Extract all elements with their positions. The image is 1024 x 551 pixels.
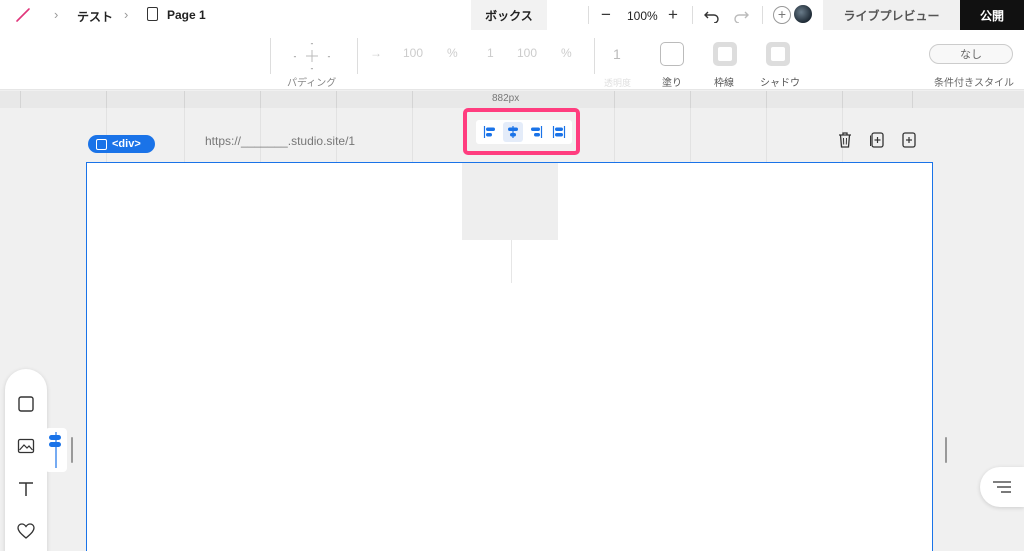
divider xyxy=(357,38,358,74)
height-unit[interactable]: % xyxy=(561,46,572,60)
border-swatch[interactable] xyxy=(713,42,737,66)
top-bar: › テスト › Page 1 ボックス − 100% + + ライブプレビュー … xyxy=(0,0,1024,30)
align-center-icon xyxy=(507,126,518,138)
shadow-label: シャドウ xyxy=(760,78,800,89)
divider xyxy=(692,6,693,24)
fill-swatch[interactable] xyxy=(660,42,684,66)
trash-icon[interactable] xyxy=(837,131,853,149)
conditional-style-label: 条件付きスタイル xyxy=(934,78,1014,89)
column-guide xyxy=(690,108,691,163)
align-stretch-icon xyxy=(552,126,565,138)
ruler-tick xyxy=(912,91,913,108)
ruler-tick xyxy=(184,91,185,108)
element-tag[interactable]: <div> xyxy=(88,135,155,153)
width-unit[interactable]: % xyxy=(447,46,458,60)
width-indicator: 882px xyxy=(492,93,520,104)
live-preview-button[interactable]: ライブプレビュー xyxy=(823,0,960,30)
align-center-button[interactable] xyxy=(502,122,523,142)
svg-text:-: - xyxy=(311,40,314,48)
padding-label: パディング xyxy=(287,78,337,89)
divider xyxy=(588,6,589,24)
ruler-tick xyxy=(690,91,691,108)
svg-text:-: - xyxy=(294,52,297,61)
ratio-value[interactable]: 1 xyxy=(487,46,494,60)
publish-button[interactable]: 公開 xyxy=(960,0,1024,30)
add-member-button[interactable]: + xyxy=(773,6,791,24)
ruler-tick xyxy=(842,91,843,108)
conditional-style-select[interactable]: なし xyxy=(929,44,1013,64)
divider xyxy=(762,6,763,24)
center-guide xyxy=(511,240,512,283)
divider xyxy=(594,38,595,74)
fill-label: 塗り xyxy=(662,78,682,89)
avatar[interactable] xyxy=(793,4,813,24)
align-left-button[interactable] xyxy=(480,122,500,142)
tab-box[interactable]: ボックス xyxy=(471,0,547,30)
opacity-value[interactable]: 1 xyxy=(613,46,621,62)
ruler-tick xyxy=(106,91,107,108)
add-element-icon[interactable] xyxy=(901,131,917,149)
width-value[interactable]: 100 xyxy=(403,46,423,60)
border-label: 枠線 xyxy=(714,78,734,89)
child-box[interactable] xyxy=(462,163,558,240)
align-stretch-button[interactable] xyxy=(549,122,569,142)
alignment-toolbar xyxy=(476,120,572,144)
element-tag-label: <div> xyxy=(112,138,141,150)
ruler-tick xyxy=(260,91,261,108)
align-left-icon xyxy=(483,126,495,138)
box-tool-icon[interactable] xyxy=(16,394,36,414)
alignment-indicator[interactable] xyxy=(45,428,67,472)
svg-text:-: - xyxy=(311,64,314,72)
padding-widget[interactable]: - - - - xyxy=(290,40,334,72)
zoom-level[interactable]: 100% xyxy=(627,9,658,23)
breadcrumb-page[interactable]: Page 1 xyxy=(167,8,206,22)
column-guide xyxy=(614,108,615,163)
shadow-swatch[interactable] xyxy=(766,42,790,66)
height-value[interactable]: 100 xyxy=(517,46,537,60)
right-resize-handle[interactable] xyxy=(945,437,947,463)
ruler-tick xyxy=(766,91,767,108)
ruler-tick xyxy=(412,91,413,108)
properties-toolbar: - - - - パディング → 100 % 1 100 % 1 透明度 塗り 枠… xyxy=(0,30,1024,90)
column-guide xyxy=(766,108,767,163)
layers-icon xyxy=(993,481,1011,493)
ruler-tick xyxy=(614,91,615,108)
align-center-icon xyxy=(49,432,61,468)
duplicate-icon[interactable] xyxy=(869,131,885,149)
text-tool-icon[interactable] xyxy=(16,479,36,499)
svg-text:-: - xyxy=(328,52,331,61)
ruler-tick xyxy=(20,91,21,108)
page-url: https://_______.studio.site/1 xyxy=(205,134,356,148)
image-tool-icon[interactable] xyxy=(16,436,36,456)
redo-icon[interactable] xyxy=(733,9,749,23)
page-icon xyxy=(147,7,158,21)
chevron-right-icon: › xyxy=(54,7,59,22)
page-canvas[interactable] xyxy=(86,162,933,551)
column-guide xyxy=(184,108,185,163)
align-right-button[interactable] xyxy=(526,122,546,142)
heart-icon[interactable] xyxy=(16,521,36,541)
zoom-in-button[interactable]: + xyxy=(668,5,678,25)
layers-button[interactable] xyxy=(980,467,1024,507)
arrow-right-icon: → xyxy=(370,46,382,60)
studio-logo-icon[interactable] xyxy=(14,6,32,24)
column-guide xyxy=(412,108,413,163)
breadcrumb-project[interactable]: テスト xyxy=(77,8,113,25)
divider xyxy=(270,38,271,74)
ruler-tick xyxy=(336,91,337,108)
ruler: 882px xyxy=(0,91,1024,108)
box-icon xyxy=(96,138,107,150)
left-resize-handle[interactable] xyxy=(71,437,73,463)
align-right-icon xyxy=(530,126,542,138)
zoom-out-button[interactable]: − xyxy=(601,5,611,25)
opacity-label: 透明度 xyxy=(604,78,632,88)
undo-icon[interactable] xyxy=(704,9,720,23)
chevron-right-icon: › xyxy=(124,7,129,22)
tool-panel xyxy=(5,369,47,551)
